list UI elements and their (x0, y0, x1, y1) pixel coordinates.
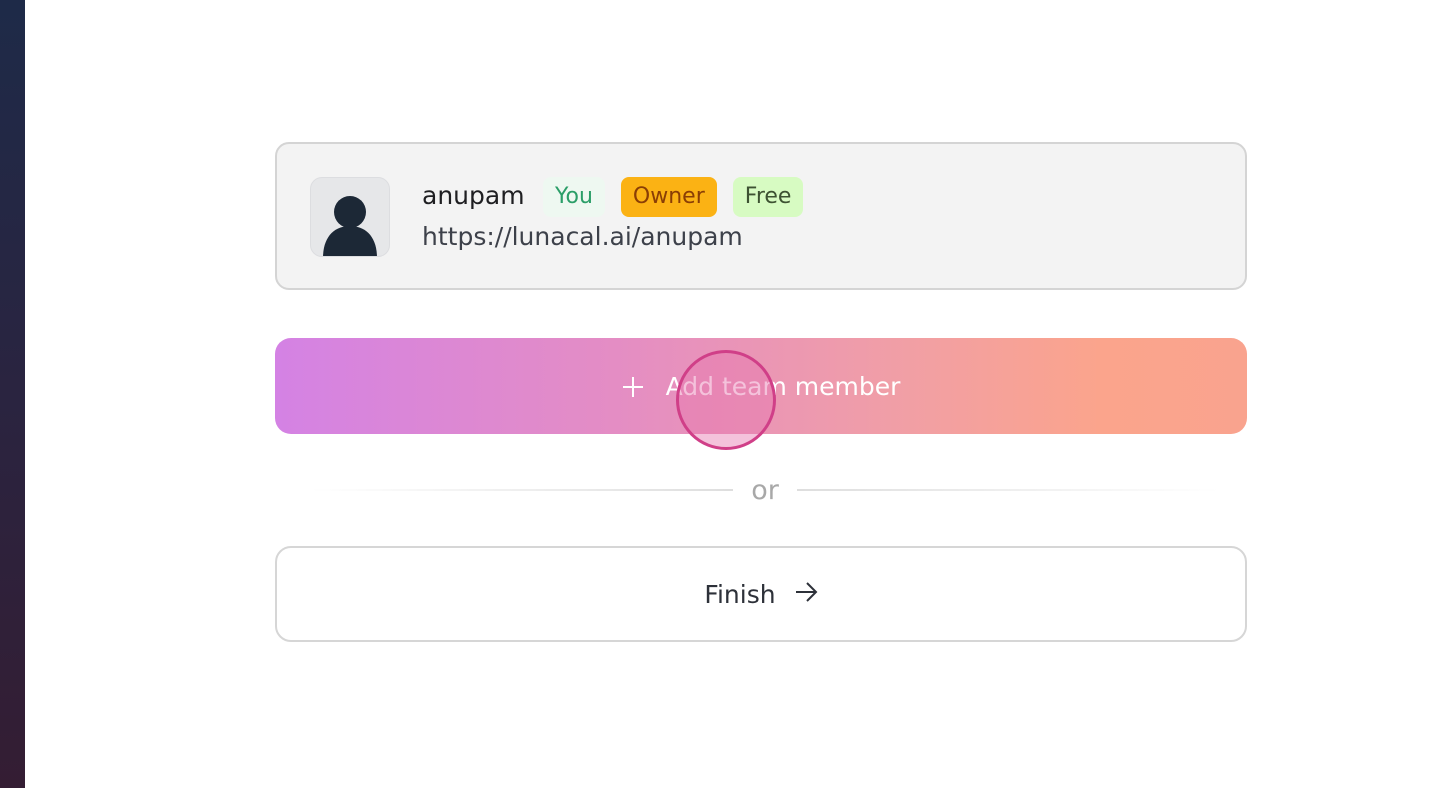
badge-owner: Owner (620, 177, 717, 217)
member-badges: You Owner Free (543, 177, 804, 217)
badge-free: Free (732, 177, 804, 217)
or-divider: or (310, 470, 1220, 510)
divider-line-right (796, 489, 1220, 491)
member-name: anupam (422, 181, 525, 210)
left-edge-panel (0, 0, 25, 788)
finish-label: Finish (704, 579, 776, 609)
divider-line-left (310, 489, 734, 491)
divider-text: or (751, 474, 779, 506)
arrow-right-icon (794, 580, 818, 609)
team-member-card: anupam You Owner Free https://lunacal.ai… (275, 142, 1247, 290)
avatar (310, 177, 390, 257)
finish-button[interactable]: Finish (275, 546, 1247, 642)
add-team-member-label: Add team member (665, 371, 901, 401)
add-team-member-button[interactable]: Add team member (275, 338, 1247, 434)
plus-icon (622, 375, 644, 397)
user-silhouette-icon (323, 196, 377, 256)
badge-you: You (543, 177, 605, 217)
member-profile-url: https://lunacal.ai/anupam (422, 222, 743, 251)
